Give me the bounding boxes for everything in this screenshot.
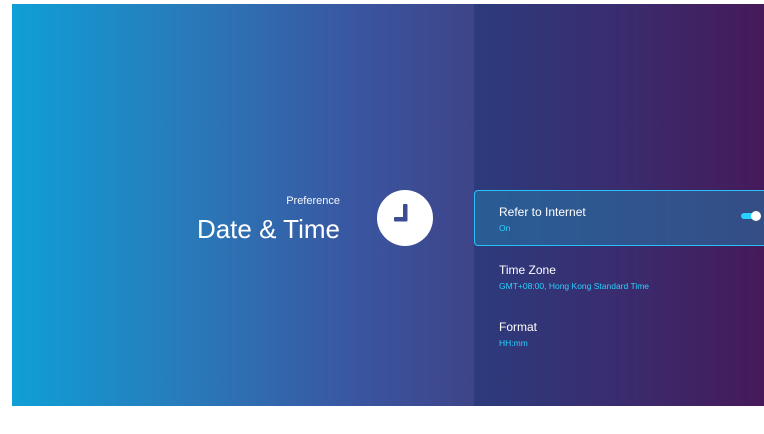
setting-format[interactable]: Format HH:mm (474, 304, 764, 360)
setting-label: Refer to Internet (499, 205, 586, 219)
header-panel: Preference Date & Time (12, 4, 474, 406)
toggle-knob (751, 211, 761, 221)
clock-icon (377, 190, 433, 246)
page-title: Date & Time (196, 214, 340, 244)
page-subtitle: Preference (286, 195, 340, 207)
setting-value: On (499, 223, 511, 233)
setting-refer-to-internet[interactable]: Refer to Internet On (474, 190, 764, 246)
setting-time-zone[interactable]: Time Zone GMT+08:00, Hong Kong Standard … (474, 247, 764, 303)
refer-to-internet-toggle[interactable] (741, 211, 761, 221)
heading-block: Preference Date & Time (197, 194, 340, 246)
setting-value: HH:mm (499, 338, 528, 348)
settings-list: Refer to Internet On Time Zone GMT+08:00… (474, 4, 764, 406)
setting-label: Format (499, 320, 538, 334)
setting-label: Time Zone (499, 263, 556, 277)
settings-screen: Preference Date & Time Refer to Internet… (12, 4, 764, 406)
setting-value: GMT+08:00, Hong Kong Standard Time (499, 281, 650, 291)
